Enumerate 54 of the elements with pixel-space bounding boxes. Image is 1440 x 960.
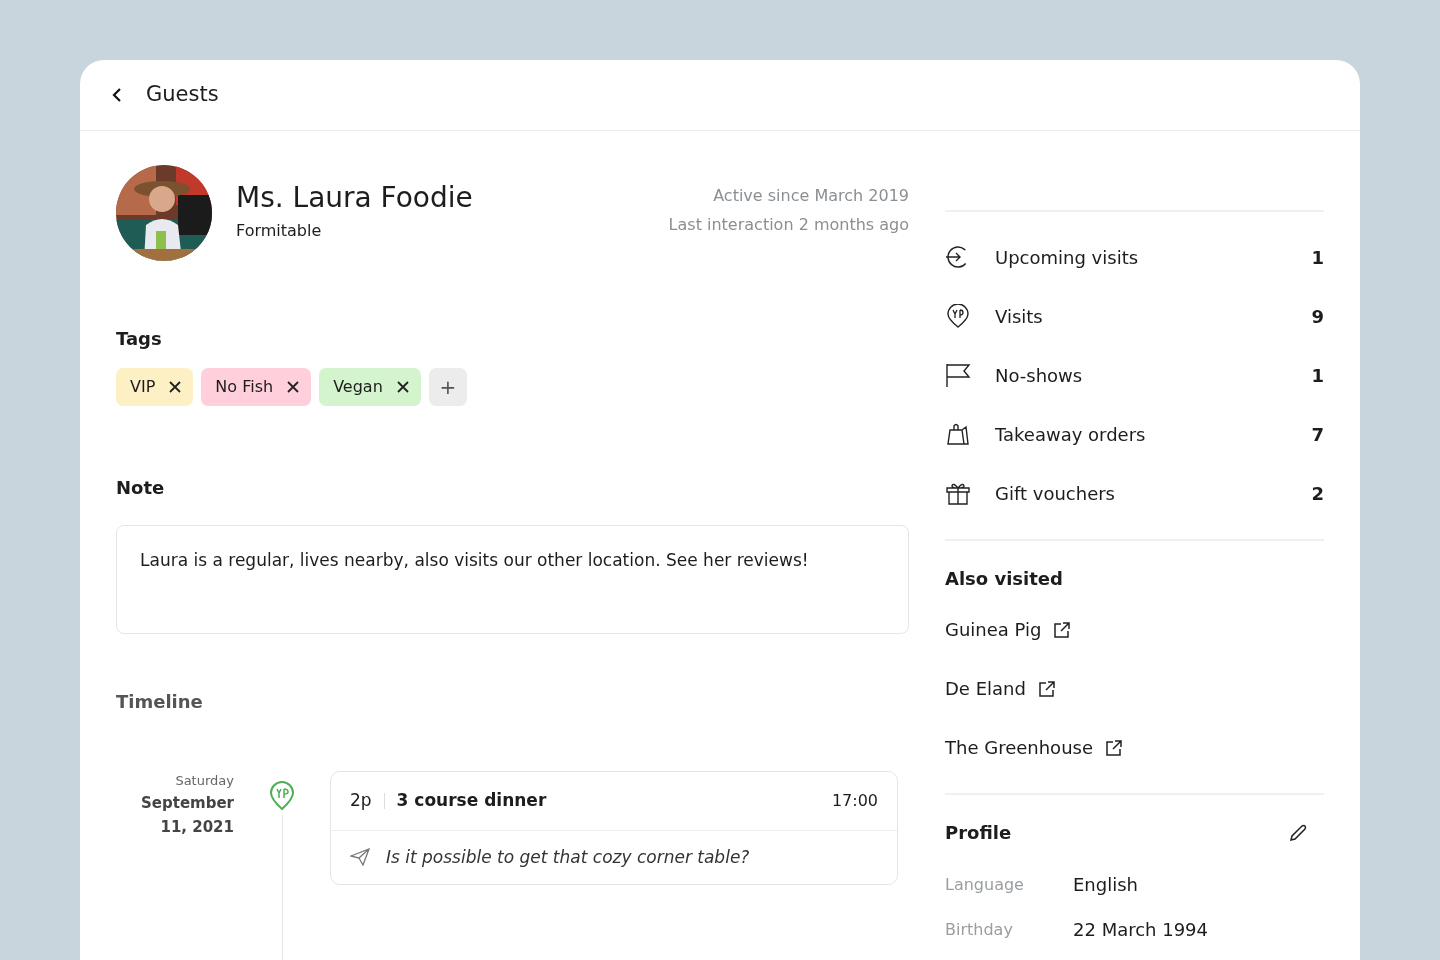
- last-interaction-text: Last interaction 2 months ago: [668, 214, 909, 236]
- section-title: Profile: [945, 821, 1012, 845]
- external-link-icon: [1105, 738, 1123, 757]
- external-link-icon: [1053, 620, 1072, 639]
- field-value: 22 March 1994: [1073, 918, 1209, 942]
- weekday-text: Saturday: [174, 772, 234, 790]
- stat-count: 1: [1311, 364, 1324, 388]
- section-title: Tags: [116, 327, 163, 351]
- guest-name: Ms. Laura Foodie: [236, 181, 473, 215]
- flag-icon: [945, 363, 971, 388]
- external-link-icon: [1037, 679, 1056, 698]
- stat-label: Gift vouchers: [995, 482, 1116, 506]
- section-title: Note: [116, 476, 166, 500]
- time-text: 17:00: [831, 789, 878, 812]
- back-icon[interactable]: [110, 87, 124, 103]
- stat-count: 1: [1311, 246, 1324, 270]
- stat-label: Takeaway orders: [995, 423, 1147, 447]
- reservation-title: 3 course dinner: [396, 789, 547, 812]
- restaurant-link[interactable]: De Eland: [945, 675, 1056, 702]
- field-label: Language: [945, 873, 1025, 896]
- field-label: Birthday: [945, 918, 1014, 941]
- guest-source: Formitable: [236, 219, 323, 242]
- active-since-text: Active since March 2019: [712, 185, 909, 207]
- stat-count: 2: [1311, 482, 1324, 506]
- stat-count: 7: [1311, 423, 1324, 447]
- restaurant-link[interactable]: The Greenhouse: [945, 734, 1123, 761]
- restaurant-pin-icon: [269, 781, 295, 811]
- reservation-card[interactable]: 2p 3 course dinner 17:00 Is it possible to get that cozy corner table?: [330, 771, 898, 885]
- gift-icon: [945, 481, 971, 506]
- tag-label: VIP: [130, 376, 156, 398]
- date-text: 11, 2021: [159, 816, 234, 838]
- stat-label: No-shows: [995, 364, 1084, 388]
- field-value: English: [1073, 873, 1138, 897]
- send-icon: [350, 848, 370, 867]
- edit-icon[interactable]: [1288, 822, 1308, 843]
- add-tag-button[interactable]: +: [428, 368, 467, 406]
- remove-icon[interactable]: [169, 381, 182, 393]
- date-text: September: [140, 792, 234, 814]
- stat-label: Visits: [995, 305, 1044, 329]
- restaurant-pin-icon: [945, 304, 971, 329]
- page-title: Guests: [146, 82, 219, 108]
- restaurant-link[interactable]: Guinea Pig: [945, 616, 1072, 643]
- note-field[interactable]: Laura is a regular, lives nearby, also visits our other location. See her reviews!: [116, 525, 909, 634]
- section-title: Timeline: [116, 690, 204, 714]
- remove-icon[interactable]: [287, 381, 300, 393]
- party-size-text: 2p: [350, 789, 372, 812]
- stat-count: 9: [1311, 305, 1324, 329]
- remove-icon[interactable]: [396, 381, 409, 393]
- guest-message: Is it possible to get that cozy corner table?: [386, 845, 750, 869]
- tag-label: Vegan: [333, 376, 383, 398]
- section-title: Also visited: [945, 567, 1064, 591]
- tag-label: No Fish: [215, 376, 274, 398]
- stat-label: Upcoming visits: [995, 246, 1140, 270]
- shopping-bag-icon: [945, 422, 971, 447]
